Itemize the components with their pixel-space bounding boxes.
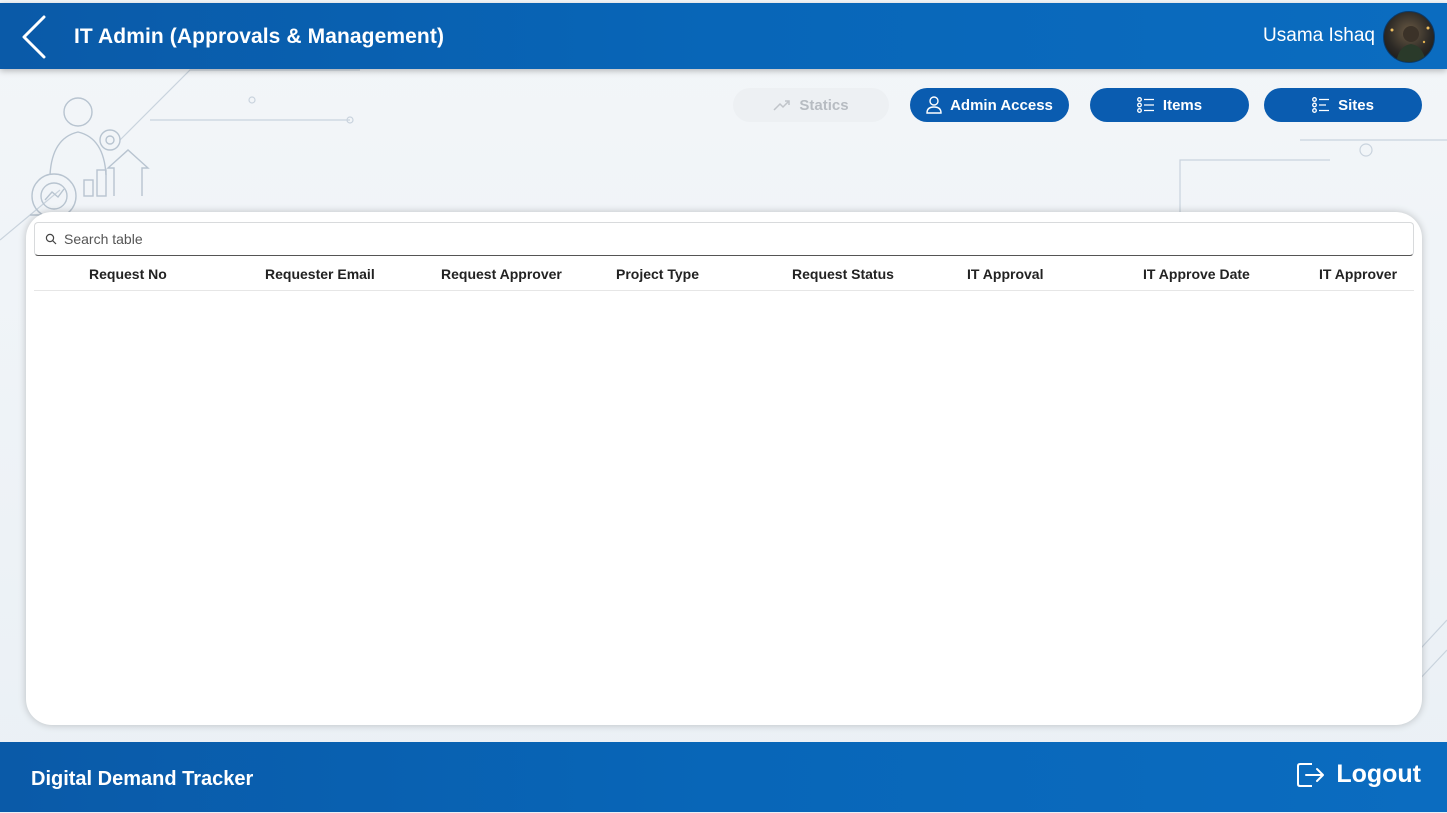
admin-access-button[interactable]: Admin Access bbox=[910, 88, 1069, 122]
sites-button[interactable]: Sites bbox=[1264, 88, 1422, 122]
table-header: Request No Requester Email Request Appro… bbox=[34, 258, 1414, 291]
statics-button[interactable]: Statics bbox=[733, 88, 889, 122]
chevron-left-icon bbox=[22, 15, 46, 59]
logout-icon bbox=[1297, 762, 1325, 787]
column-header-it-approver[interactable]: IT Approver bbox=[1319, 266, 1397, 282]
column-header-it-approval[interactable]: IT Approval bbox=[967, 266, 1044, 282]
requests-table-card: Request No Requester Email Request Appro… bbox=[26, 212, 1422, 725]
column-header-request-no[interactable]: Request No bbox=[89, 266, 167, 282]
avatar-photo bbox=[1390, 26, 1430, 62]
avatar[interactable] bbox=[1383, 11, 1435, 63]
back-button[interactable] bbox=[18, 15, 52, 59]
items-button[interactable]: Items bbox=[1090, 88, 1249, 122]
column-header-project-type[interactable]: Project Type bbox=[616, 266, 699, 282]
page-title: IT Admin (Approvals & Management) bbox=[74, 25, 445, 48]
logout-button[interactable]: Logout bbox=[1296, 760, 1421, 789]
list-icon bbox=[1136, 97, 1154, 113]
list-icon bbox=[1312, 97, 1330, 113]
column-header-request-status[interactable]: Request Status bbox=[792, 266, 894, 282]
column-header-it-approve-date[interactable]: IT Approve Date bbox=[1143, 266, 1250, 282]
column-header-requester-email[interactable]: Requester Email bbox=[265, 266, 375, 282]
search-input[interactable] bbox=[64, 231, 1364, 247]
app-name: Digital Demand Tracker bbox=[31, 768, 254, 790]
app-footer: Digital Demand Tracker Logout bbox=[0, 742, 1447, 812]
app-header: IT Admin (Approvals & Management) Usama … bbox=[0, 3, 1447, 69]
logout-label: Logout bbox=[1336, 760, 1421, 788]
table-body bbox=[34, 292, 1414, 717]
user-name: Usama Ishaq bbox=[1263, 25, 1375, 46]
statics-label: Statics bbox=[799, 96, 849, 114]
column-header-request-approver[interactable]: Request Approver bbox=[441, 266, 562, 282]
trend-up-icon bbox=[773, 100, 791, 111]
search-icon bbox=[45, 233, 57, 245]
search-box[interactable] bbox=[34, 222, 1414, 256]
items-label: Items bbox=[1162, 96, 1203, 114]
admin-access-label: Admin Access bbox=[950, 96, 1053, 114]
person-icon bbox=[926, 96, 942, 114]
sites-label: Sites bbox=[1338, 96, 1374, 114]
